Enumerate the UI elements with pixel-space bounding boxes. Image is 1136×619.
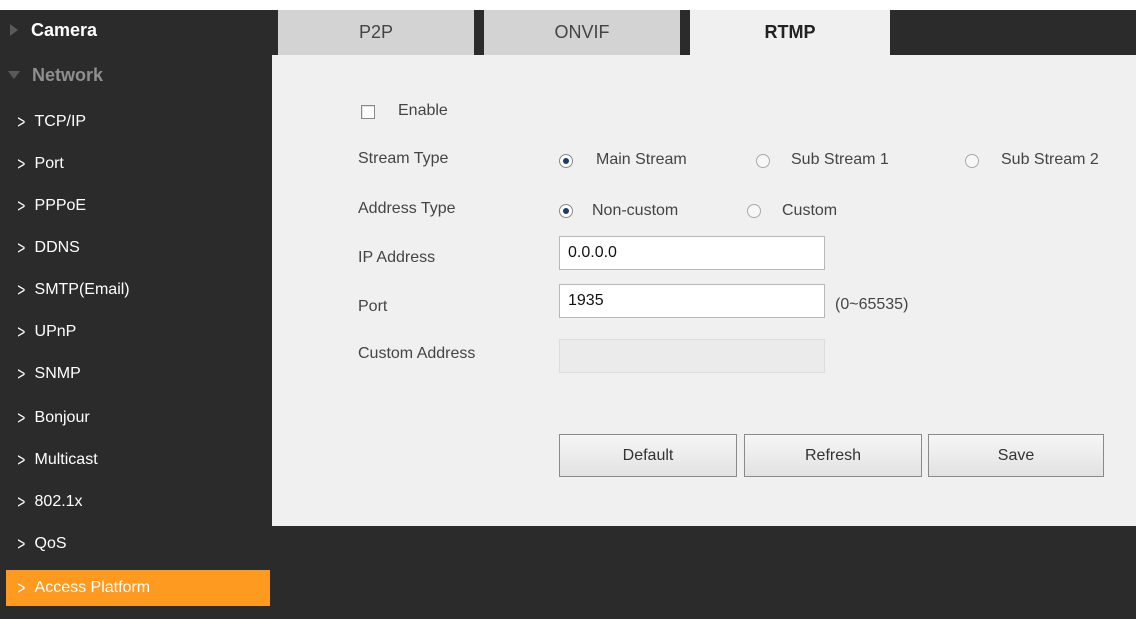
save-button[interactable]: Save	[928, 434, 1104, 477]
chevron-right-icon: >	[17, 196, 26, 216]
tab-onvif[interactable]: ONVIF	[484, 10, 680, 55]
sidebar-item-label: PPPoE	[34, 197, 87, 214]
sidebar: Camera Network > TCP/IP > Port > PPPoE >…	[0, 10, 272, 619]
tab-rtmp[interactable]: RTMP	[690, 10, 890, 55]
sidebar-section-camera[interactable]: Camera	[0, 10, 272, 50]
sidebar-item-bonjour[interactable]: > Bonjour	[0, 400, 272, 436]
port-input[interactable]	[559, 284, 825, 318]
chevron-right-icon: >	[17, 280, 26, 300]
sidebar-item-label: Port	[34, 155, 64, 172]
sidebar-item-pppoe[interactable]: > PPPoE	[0, 188, 272, 224]
sidebar-item-8021x[interactable]: > 802.1x	[0, 484, 272, 520]
sub-stream-1-radio[interactable]	[756, 154, 770, 168]
sidebar-item-label: Access Platform	[34, 579, 151, 596]
enable-label: Enable	[398, 102, 448, 119]
refresh-button[interactable]: Refresh	[744, 434, 922, 477]
chevron-right-icon: >	[17, 450, 26, 470]
tab-bar: P2P ONVIF RTMP	[272, 10, 1136, 55]
sidebar-item-ddns[interactable]: > DDNS	[0, 230, 272, 266]
chevron-right-icon: >	[17, 154, 26, 174]
radio-selected-dot	[563, 208, 569, 214]
sidebar-section-network[interactable]: Network	[0, 55, 272, 95]
sidebar-item-port[interactable]: > Port	[0, 146, 272, 182]
chevron-right-icon: >	[17, 534, 26, 554]
chevron-right-icon: >	[17, 408, 26, 428]
page: Camera Network > TCP/IP > Port > PPPoE >…	[0, 10, 1136, 619]
non-custom-radio[interactable]	[559, 204, 573, 218]
address-type-label: Address Type	[358, 200, 456, 217]
window: Camera Network > TCP/IP > Port > PPPoE >…	[0, 0, 1136, 619]
default-button[interactable]: Default	[559, 434, 737, 477]
non-custom-label: Non-custom	[592, 202, 679, 219]
chevron-right-icon: >	[17, 112, 26, 132]
custom-address-label: Custom Address	[358, 345, 476, 362]
sidebar-item-snmp[interactable]: > SNMP	[0, 356, 272, 392]
sidebar-item-label: SNMP	[34, 365, 81, 382]
sub-stream-2-radio[interactable]	[965, 154, 979, 168]
main-stream-radio[interactable]	[559, 154, 573, 168]
sidebar-item-label: SMTP(Email)	[34, 281, 130, 298]
section-label: Network	[32, 64, 104, 85]
sidebar-item-upnp[interactable]: > UPnP	[0, 314, 272, 350]
rtmp-settings-panel: Enable Stream Type Main Stream Sub Strea…	[272, 55, 1136, 526]
ip-address-input[interactable]	[559, 236, 825, 270]
sub-stream-2-label: Sub Stream 2	[1001, 151, 1099, 168]
stream-type-label: Stream Type	[358, 150, 449, 167]
enable-checkbox[interactable]	[361, 105, 375, 119]
tab-p2p[interactable]: P2P	[278, 10, 474, 55]
sidebar-item-label: DDNS	[34, 239, 80, 256]
sidebar-item-label: Bonjour	[34, 409, 90, 426]
sidebar-item-label: QoS	[34, 535, 67, 552]
sidebar-item-tcpip[interactable]: > TCP/IP	[0, 104, 272, 140]
chevron-right-icon: >	[17, 578, 26, 598]
custom-label: Custom	[782, 202, 838, 219]
custom-address-input[interactable]	[559, 339, 825, 373]
port-range-hint: (0~65535)	[835, 296, 909, 313]
ip-address-label: IP Address	[358, 249, 436, 266]
sidebar-item-smtp[interactable]: > SMTP(Email)	[0, 272, 272, 308]
chevron-right-icon: >	[17, 238, 26, 258]
sub-stream-1-label: Sub Stream 1	[791, 151, 889, 168]
custom-radio[interactable]	[747, 204, 761, 218]
expand-triangle-icon	[10, 24, 18, 36]
main-stream-label: Main Stream	[596, 151, 687, 168]
section-label: Camera	[31, 19, 98, 40]
sidebar-item-access-platform[interactable]: > Access Platform	[6, 570, 270, 606]
radio-selected-dot	[563, 158, 569, 164]
sidebar-item-label: UPnP	[34, 323, 77, 340]
sidebar-item-label: Multicast	[34, 451, 98, 468]
sidebar-item-multicast[interactable]: > Multicast	[0, 442, 272, 478]
chevron-right-icon: >	[17, 364, 26, 384]
sidebar-item-qos[interactable]: > QoS	[0, 526, 272, 562]
chevron-right-icon: >	[17, 492, 26, 512]
sidebar-item-label: 802.1x	[34, 493, 83, 510]
sidebar-item-label: TCP/IP	[34, 113, 87, 130]
chevron-right-icon: >	[17, 322, 26, 342]
collapse-triangle-icon	[8, 71, 20, 79]
port-label: Port	[358, 298, 388, 315]
